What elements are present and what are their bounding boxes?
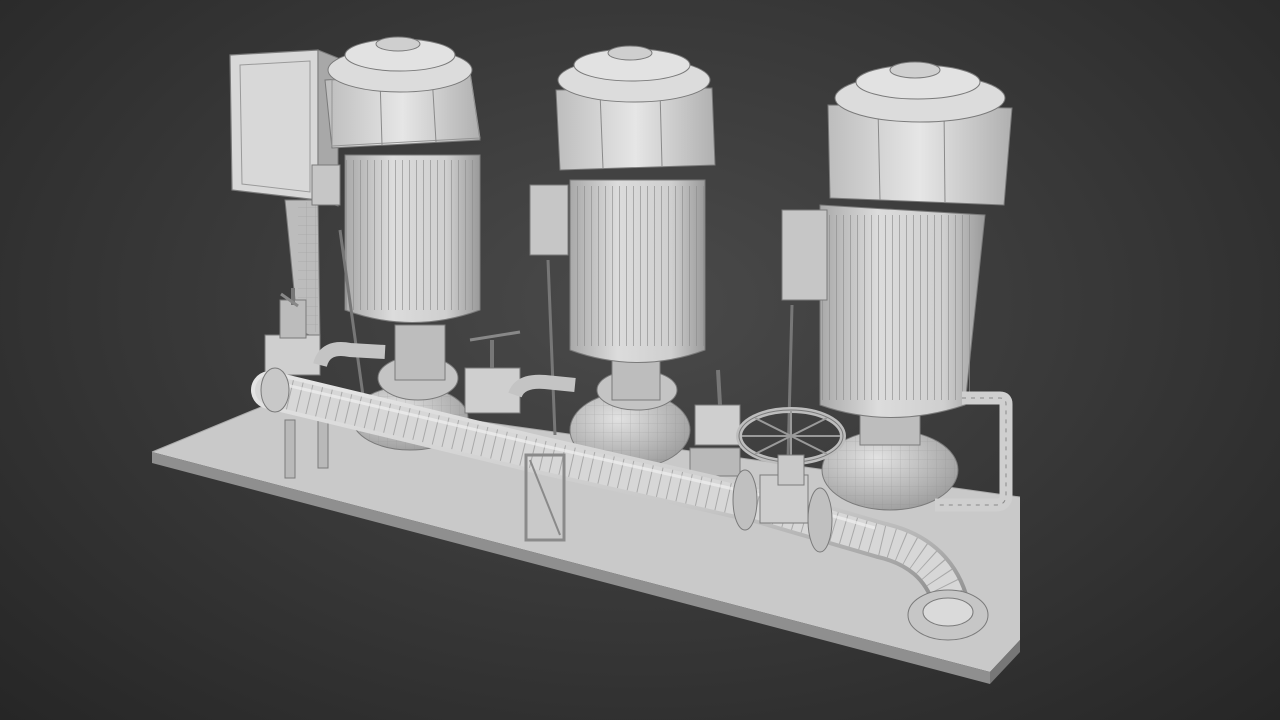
pump-middle	[529, 45, 716, 469]
pump-right	[781, 61, 1013, 512]
render-canvas	[151, 36, 1021, 684]
